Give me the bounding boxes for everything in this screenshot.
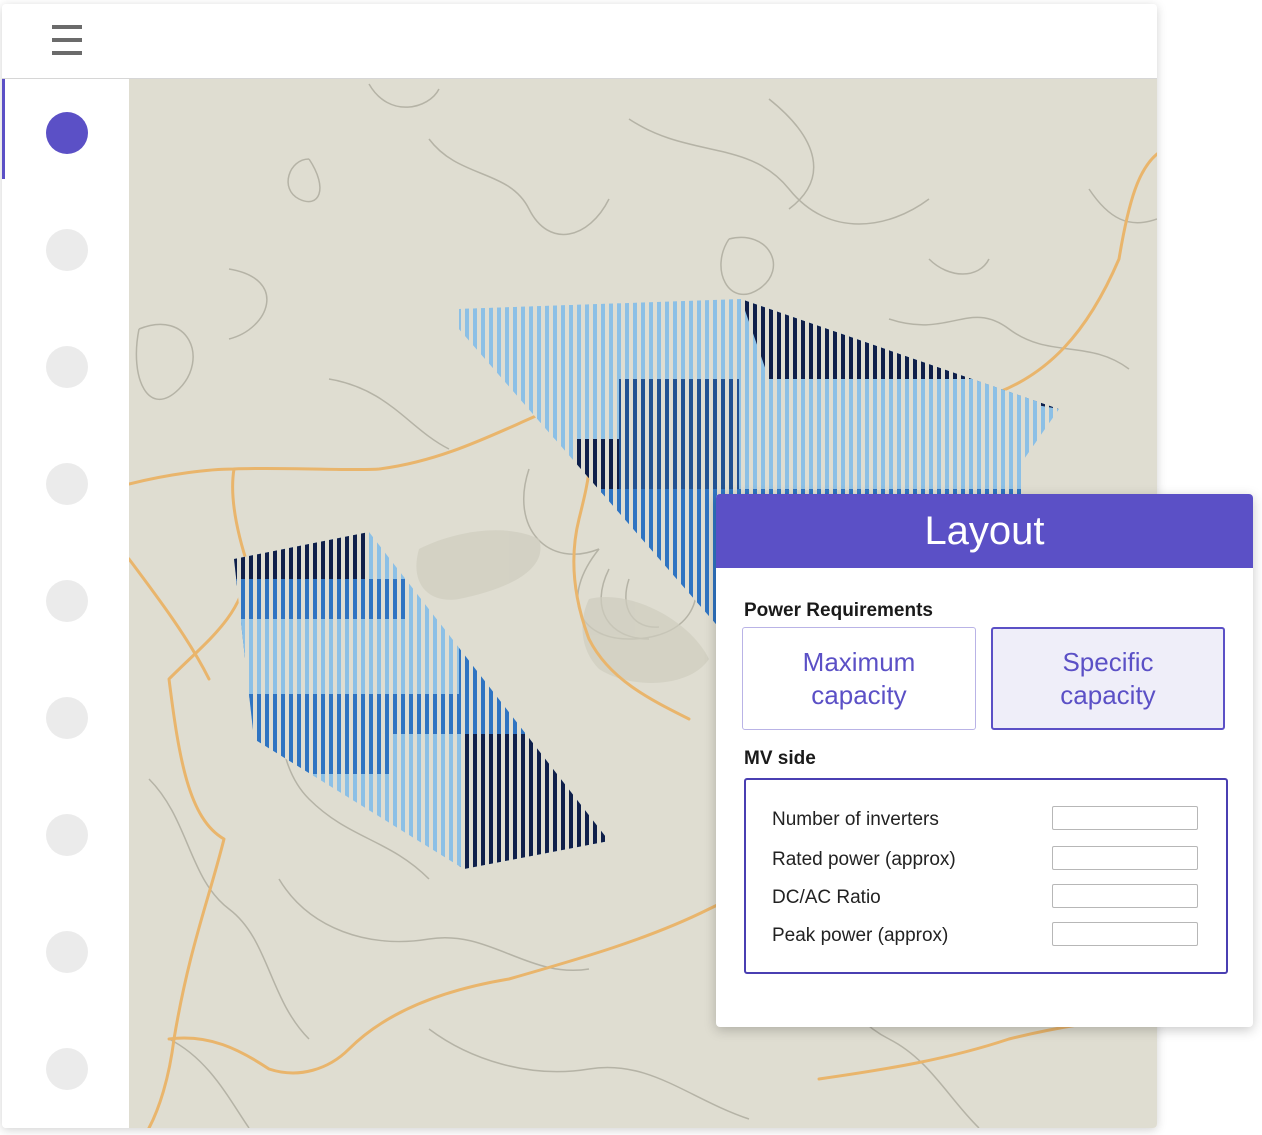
number-of-inverters-label: Number of inverters [772,809,939,830]
number-of-inverters-input[interactable] [1052,806,1198,830]
rated-power-input[interactable] [1052,846,1198,870]
sidebar [2,79,129,1128]
dc-ac-ratio-input[interactable] [1052,884,1198,908]
panel-title: Layout [716,494,1253,568]
sidebar-step-2[interactable] [46,229,88,271]
sidebar-step-3[interactable] [46,346,88,388]
sidebar-active-indicator [2,79,5,179]
mv-field-row: Rated power (approx) [772,846,1198,876]
peak-power-input[interactable] [1052,922,1198,946]
sidebar-step-1[interactable] [46,112,88,154]
specific-capacity-label: Specific capacity [1060,646,1156,710]
mv-side-label: MV side [744,748,816,769]
dc-ac-ratio-label: DC/AC Ratio [772,887,881,908]
sidebar-step-4[interactable] [46,463,88,505]
sidebar-step-9[interactable] [46,1048,88,1090]
mv-field-row: DC/AC Ratio [772,884,1198,914]
peak-power-label: Peak power (approx) [772,925,949,946]
sidebar-step-6[interactable] [46,697,88,739]
layout-panel: Layout Power Requirements Maximum capaci… [716,494,1253,1027]
specific-capacity-button[interactable]: Specific capacity [991,627,1225,730]
mv-side-box: Number of inverters Rated power (approx)… [744,778,1228,974]
sidebar-step-7[interactable] [46,814,88,856]
power-requirements-label: Power Requirements [744,600,933,621]
hamburger-menu-icon[interactable] [52,24,84,58]
sidebar-step-5[interactable] [46,580,88,622]
mv-field-row: Peak power (approx) [772,922,1198,952]
rated-power-label: Rated power (approx) [772,849,956,870]
maximum-capacity-label: Maximum capacity [802,646,916,710]
mv-field-row: Number of inverters [772,806,1198,836]
top-bar [2,4,1157,79]
sidebar-step-8[interactable] [46,931,88,973]
maximum-capacity-button[interactable]: Maximum capacity [742,627,976,730]
